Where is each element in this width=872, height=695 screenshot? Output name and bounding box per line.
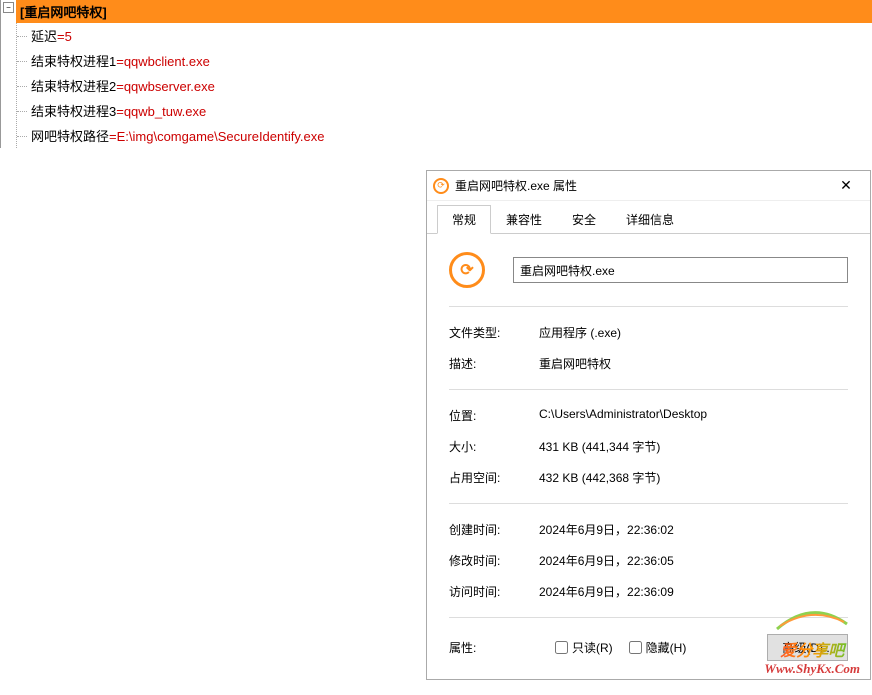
readonly-label: 只读(R) [572, 639, 613, 656]
dialog-body: ⟳ 文件类型: 应用程序 (.exe) 描述: 重启网吧特权 位置: C:\Us… [427, 234, 870, 679]
ini-line[interactable]: 延迟=5 [31, 23, 872, 48]
location-label: 位置: [449, 407, 539, 424]
prop-location: 位置: C:\Users\Administrator\Desktop [449, 400, 848, 431]
ini-line[interactable]: 结束特权进程3=qqwb_tuw.exe [31, 98, 872, 123]
hidden-input[interactable] [629, 641, 642, 654]
file-icon: ⟳ [449, 252, 485, 288]
divider [449, 389, 848, 390]
prop-description: 描述: 重启网吧特权 [449, 348, 848, 379]
prop-size: 大小: 431 KB (441,344 字节) [449, 431, 848, 462]
desc-value: 重启网吧特权 [539, 355, 848, 372]
size-label: 大小: [449, 438, 539, 455]
tab-details[interactable]: 详细信息 [611, 205, 689, 233]
prop-created: 创建时间: 2024年6月9日，22:36:02 [449, 514, 848, 545]
readonly-input[interactable] [555, 641, 568, 654]
ini-line[interactable]: 结束特权进程2=qqwbserver.exe [31, 73, 872, 98]
location-value: C:\Users\Administrator\Desktop [539, 407, 848, 424]
disk-value: 432 KB (442,368 字节) [539, 469, 848, 486]
desc-label: 描述: [449, 355, 539, 372]
accessed-value: 2024年6月9日，22:36:09 [539, 583, 848, 600]
close-button[interactable]: ✕ [828, 172, 864, 200]
advanced-button[interactable]: 高级(D)... [767, 634, 848, 661]
ini-editor-panel: − [重启网吧特权] 延迟=5 结束特权进程1=qqwbclient.exe 结… [0, 0, 872, 148]
modified-value: 2024年6月9日，22:36:05 [539, 552, 848, 569]
close-icon: ✕ [840, 177, 852, 194]
tab-general[interactable]: 常规 [437, 205, 491, 234]
created-label: 创建时间: [449, 521, 539, 538]
prop-attributes: 属性: 只读(R) 隐藏(H) 高级(D)... [449, 628, 848, 667]
tab-compatibility[interactable]: 兼容性 [491, 205, 557, 233]
prop-filetype: 文件类型: 应用程序 (.exe) [449, 317, 848, 348]
filetype-value: 应用程序 (.exe) [539, 324, 848, 341]
properties-dialog: ⟳ 重启网吧特权.exe 属性 ✕ 常规 兼容性 安全 详细信息 ⟳ 文件类型:… [426, 170, 871, 680]
hidden-label: 隐藏(H) [646, 639, 687, 656]
filename-input[interactable] [513, 257, 848, 283]
hidden-checkbox[interactable]: 隐藏(H) [629, 639, 687, 656]
ini-lines-container: 延迟=5 结束特权进程1=qqwbclient.exe 结束特权进程2=qqwb… [16, 23, 872, 148]
ini-section-header[interactable]: [重启网吧特权] [16, 0, 872, 23]
divider [449, 503, 848, 504]
filetype-label: 文件类型: [449, 324, 539, 341]
collapse-icon[interactable]: − [3, 2, 14, 13]
modified-label: 修改时间: [449, 552, 539, 569]
app-icon: ⟳ [433, 178, 449, 194]
ini-line[interactable]: 结束特权进程1=qqwbclient.exe [31, 48, 872, 73]
prop-accessed: 访问时间: 2024年6月9日，22:36:09 [449, 576, 848, 607]
attr-label: 属性: [449, 639, 539, 656]
accessed-label: 访问时间: [449, 583, 539, 600]
titlebar[interactable]: ⟳ 重启网吧特权.exe 属性 ✕ [427, 171, 870, 201]
prop-disk: 占用空间: 432 KB (442,368 字节) [449, 462, 848, 493]
readonly-checkbox[interactable]: 只读(R) [555, 639, 613, 656]
ini-line[interactable]: 网吧特权路径=E:\img\comgame\SecureIdentify.exe [31, 123, 872, 148]
dialog-title: 重启网吧特权.exe 属性 [455, 177, 828, 194]
disk-label: 占用空间: [449, 469, 539, 486]
prop-modified: 修改时间: 2024年6月9日，22:36:05 [449, 545, 848, 576]
divider [449, 617, 848, 618]
size-value: 431 KB (441,344 字节) [539, 438, 848, 455]
tab-security[interactable]: 安全 [557, 205, 611, 233]
tabs-bar: 常规 兼容性 安全 详细信息 [427, 201, 870, 234]
created-value: 2024年6月9日，22:36:02 [539, 521, 848, 538]
divider [449, 306, 848, 307]
